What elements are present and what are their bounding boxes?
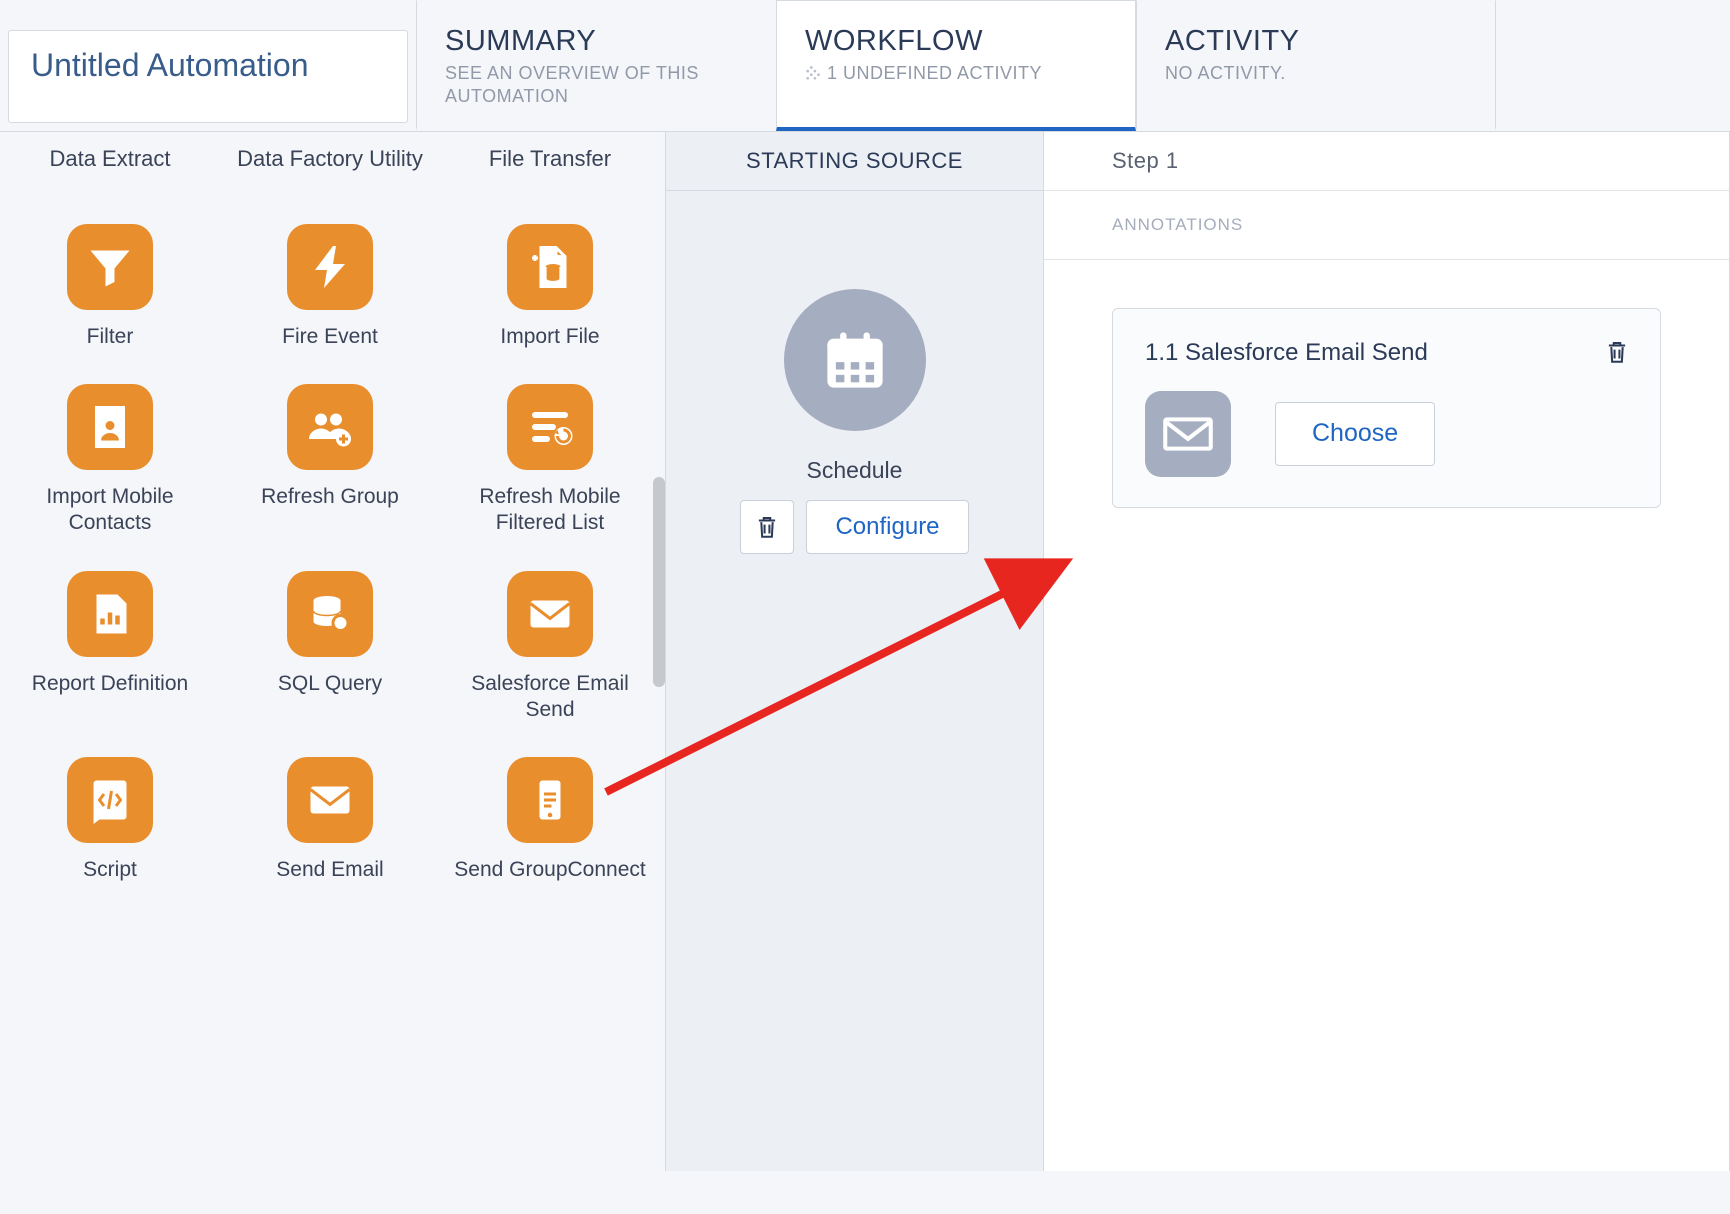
listrefresh-icon <box>507 384 593 470</box>
mobile-icon <box>507 757 593 843</box>
envelope-icon <box>1145 391 1231 477</box>
header-tabs: Untitled Automation SUMMARY SEE AN OVERV… <box>0 0 1730 132</box>
palette-item-label: Report Definition <box>0 671 220 697</box>
step-header: Step 1 <box>1044 132 1729 191</box>
palette-item-script[interactable]: Script <box>0 757 220 883</box>
activity-palette: Data Extract Data Factory Utility File T… <box>0 132 665 1171</box>
automation-title-box[interactable]: Untitled Automation <box>8 30 408 123</box>
contact-icon <box>67 384 153 470</box>
palette-item-label: Send Email <box>220 857 440 883</box>
dbplus-icon <box>507 224 593 310</box>
palette-scrollbar[interactable] <box>651 132 665 1171</box>
palette-item-fire-event[interactable]: Fire Event <box>220 224 440 350</box>
delete-activity-button[interactable] <box>1604 339 1630 370</box>
funnel-icon <box>67 224 153 310</box>
tab-workflow[interactable]: WORKFLOW 1 UNDEFINED ACTIVITY <box>776 0 1136 131</box>
palette-item-refresh-group[interactable]: Refresh Group <box>220 384 440 537</box>
palette-item-sql-query[interactable]: SQL Query <box>220 571 440 724</box>
starting-source-header: STARTING SOURCE <box>666 132 1043 191</box>
calendar-icon <box>784 289 926 431</box>
tab-summary[interactable]: SUMMARY SEE AN OVERVIEW OF THIS AUTOMATI… <box>416 0 776 131</box>
annotations-label: ANNOTATIONS <box>1044 191 1729 260</box>
palette-header: File Transfer <box>440 146 651 172</box>
palette-header: Data Factory Utility <box>220 146 440 172</box>
tab-activity[interactable]: ACTIVITY NO ACTIVITY. <box>1136 0 1496 131</box>
palette-item-label: Script <box>0 857 220 883</box>
choose-button[interactable]: Choose <box>1275 402 1435 466</box>
delete-schedule-button[interactable] <box>740 500 794 554</box>
palette-item-label: SQL Query <box>220 671 440 697</box>
script-icon <box>67 757 153 843</box>
schedule-label: Schedule <box>666 457 1043 484</box>
palette-item-label: Import File <box>440 324 651 350</box>
palette-item-refresh-mobile-filtered-list[interactable]: Refresh Mobile Filtered List <box>440 384 651 537</box>
palette-item-label: Send GroupConnect <box>440 857 651 883</box>
palette-item-import-mobile-contacts[interactable]: Import Mobile Contacts <box>0 384 220 537</box>
palette-item-label: Fire Event <box>220 324 440 350</box>
group-icon <box>287 384 373 470</box>
trash-icon <box>1604 339 1630 365</box>
activity-card-title: 1.1 Salesforce Email Send <box>1145 339 1628 367</box>
palette-item-label: Import Mobile Contacts <box>0 484 220 537</box>
palette-item-label: Refresh Mobile Filtered List <box>440 484 651 537</box>
palette-item-filter[interactable]: Filter <box>0 224 220 350</box>
envelope-icon <box>287 757 373 843</box>
envelope-icon <box>507 571 593 657</box>
palette-header: Data Extract <box>0 146 220 172</box>
report-icon <box>67 571 153 657</box>
palette-item-send-email[interactable]: Send Email <box>220 757 440 883</box>
palette-item-label: Salesforce Email Send <box>440 671 651 724</box>
palette-item-report-definition[interactable]: Report Definition <box>0 571 220 724</box>
dbsearch-icon <box>287 571 373 657</box>
palette-item-salesforce-email-send[interactable]: Salesforce Email Send <box>440 571 651 724</box>
activity-card[interactable]: 1.1 Salesforce Email Send Choose <box>1112 308 1661 508</box>
palette-item-label: Filter <box>0 324 220 350</box>
configure-button[interactable]: Configure <box>806 500 968 554</box>
palette-item-import-file[interactable]: Import File <box>440 224 651 350</box>
starting-source-column: STARTING SOURCE Schedule Configure <box>666 132 1044 1171</box>
automation-title: Untitled Automation <box>31 47 309 83</box>
dots-icon <box>805 63 823 81</box>
step-1-column: Step 1 ANNOTATIONS 1.1 Salesforce Email … <box>1044 132 1730 1171</box>
palette-item-label: Refresh Group <box>220 484 440 510</box>
palette-item-send-groupconnect[interactable]: Send GroupConnect <box>440 757 651 883</box>
trash-icon <box>754 514 780 540</box>
bolt-icon <box>287 224 373 310</box>
